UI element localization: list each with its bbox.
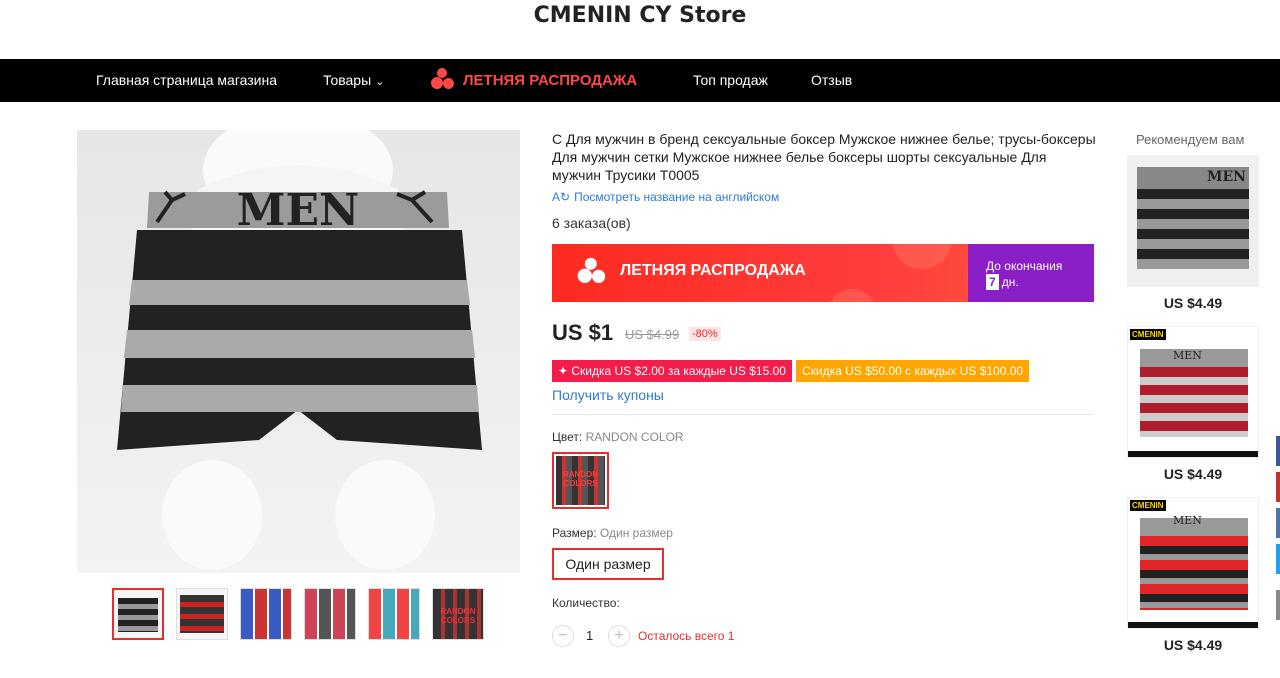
swatch-text: RANDON COLORS	[562, 470, 599, 488]
recommend-item-2-price[interactable]: US $4.49	[1127, 466, 1259, 482]
rec3-brand: MEN	[1173, 514, 1202, 527]
nav-home[interactable]: Главная страница магазина	[96, 59, 277, 102]
thumbnail-6[interactable]: RANDON COLORS	[432, 588, 484, 640]
current-price: US $1	[552, 320, 614, 345]
color-option-random[interactable]: RANDON COLORS	[552, 452, 609, 509]
quantity-label: Количество:	[552, 596, 620, 610]
store-navbar: Главная страница магазина Товары ⌄ ЛЕТНЯЯ…	[0, 59, 1280, 102]
divider	[552, 414, 1094, 415]
size-option-one-size[interactable]: Один размер	[552, 548, 664, 580]
size-value: Один размер	[599, 526, 673, 540]
stock-remaining: Осталось всего 1	[638, 629, 735, 643]
share-vk-tab[interactable]	[1276, 508, 1280, 538]
share-more-tab[interactable]	[1276, 590, 1280, 620]
recommend-item-1-image[interactable]: MEN	[1127, 155, 1259, 287]
quantity-decrease-button[interactable]: −	[552, 625, 574, 647]
rec2-logo: CMENIN	[1130, 329, 1166, 340]
recommend-item-3-image[interactable]: CMENIN MEN	[1127, 497, 1259, 629]
rec3-logo: CMENIN	[1130, 500, 1166, 511]
rec2-brand: MEN	[1173, 349, 1202, 362]
product-title: С Для мужчин в бренд сексуальные боксер …	[552, 131, 1096, 183]
banner-text: ЛЕТНЯЯ РАСПРОДАЖА	[620, 262, 806, 279]
banner-sale-logo-icon	[577, 257, 607, 284]
recommend-item-1-price[interactable]: US $4.49	[1127, 295, 1259, 311]
size-label-text: Размер:	[552, 526, 597, 540]
translate-link-label: Посмотреть название на английском	[574, 190, 780, 204]
coupon-store-discount[interactable]: ✦ Скидка US $2.00 за каждые US $15.00	[552, 360, 792, 382]
thumbnail-4[interactable]	[304, 588, 356, 640]
orders-count: 6 заказа(ов)	[552, 215, 631, 231]
nav-reviews[interactable]: Отзыв	[811, 59, 852, 102]
get-coupons-link[interactable]: Получить купоны	[552, 387, 664, 403]
nav-products[interactable]: Товары ⌄	[323, 59, 384, 102]
nav-products-label: Товары	[323, 72, 372, 88]
sale-logo-icon	[431, 68, 455, 90]
size-label: Размер: Один размер	[552, 526, 673, 540]
countdown-days: 7	[986, 274, 999, 290]
color-label-text: Цвет:	[552, 430, 583, 444]
countdown-unit: дн.	[1001, 275, 1019, 289]
waistband-brand-text: MEN	[237, 185, 359, 236]
share-pinterest-tab[interactable]	[1276, 472, 1280, 502]
discount-badge: -80%	[689, 327, 721, 341]
color-value: RANDON COLOR	[585, 430, 684, 444]
thumb-random-colors-text: RANDON COLORS	[433, 589, 483, 639]
nav-summer-sale[interactable]: ЛЕТНЯЯ РАСПРОДАЖА	[431, 59, 637, 102]
share-facebook-tab[interactable]	[1276, 436, 1280, 466]
nav-top-sales[interactable]: Топ продаж	[693, 59, 768, 102]
quantity-value[interactable]: 1	[586, 628, 593, 643]
store-title: CMENIN CY Store	[533, 3, 747, 28]
thumbnail-5[interactable]	[368, 588, 420, 640]
sale-countdown: До окончания 7 дн.	[968, 244, 1094, 302]
recommend-title: Рекомендуем вам	[1136, 132, 1245, 147]
original-price: US $4.99	[625, 327, 680, 342]
share-twitter-tab[interactable]	[1276, 544, 1280, 574]
translate-icon: A↻	[552, 190, 571, 204]
main-product-image[interactable]: MEN	[77, 130, 520, 573]
thumbnail-3[interactable]	[240, 588, 292, 640]
summer-sale-banner[interactable]: ЛЕТНЯЯ РАСПРОДАЖА До окончания 7 дн.	[552, 244, 1094, 302]
coupon-large-discount[interactable]: Скидка US $50.00 с каждых US $100.00	[796, 360, 1030, 382]
thumbnail-2[interactable]	[176, 588, 228, 640]
quantity-increase-button[interactable]: +	[608, 625, 630, 647]
recommend-item-2-image[interactable]: CMENIN MEN	[1127, 326, 1259, 458]
color-label: Цвет: RANDON COLOR	[552, 430, 684, 444]
countdown-label: До окончания	[986, 259, 1063, 273]
chevron-down-icon: ⌄	[375, 76, 385, 88]
nav-sale-label: ЛЕТНЯЯ РАСПРОДАЖА	[463, 72, 638, 89]
rec1-brand: MEN	[1207, 169, 1246, 185]
recommend-item-3-price[interactable]: US $4.49	[1127, 637, 1259, 653]
translate-title-link[interactable]: A↻ Посмотреть название на английском	[552, 190, 779, 204]
thumbnail-1[interactable]	[112, 588, 164, 640]
